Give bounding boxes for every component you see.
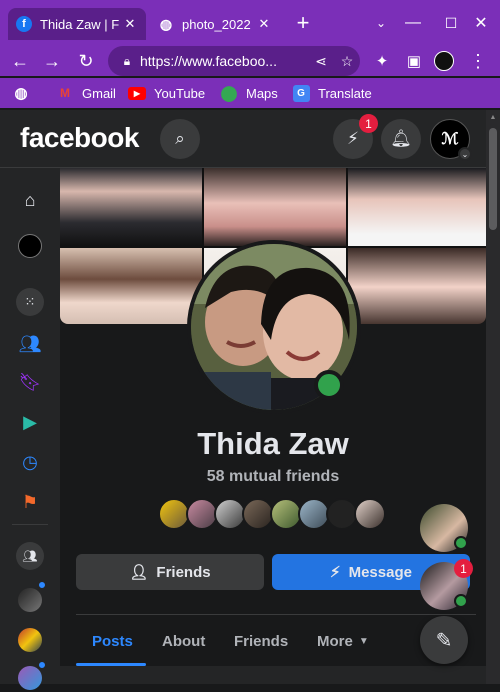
translate-icon: G xyxy=(292,84,310,102)
close-tab-icon[interactable]: ✕ xyxy=(256,16,272,32)
apps-globe-icon[interactable]: ◍ xyxy=(12,83,38,103)
cover-image-tile xyxy=(60,248,202,324)
friend-check-icon: 👤︎ xyxy=(129,564,149,581)
scroll-thumb[interactable] xyxy=(489,128,497,230)
content-area xyxy=(60,666,486,684)
globe-icon: ◍ xyxy=(159,15,173,32)
rail-divider xyxy=(12,524,48,525)
gmail-icon: M xyxy=(60,86,70,100)
extensions-puzzle-icon[interactable]: ✦ xyxy=(370,49,394,73)
messenger-badge: 1 xyxy=(359,114,378,133)
friends-button-label: Friends xyxy=(156,563,211,581)
friends-button[interactable]: 👤︎ Friends xyxy=(76,554,264,590)
tab-friends[interactable]: Friends xyxy=(234,615,288,667)
new-tab-button[interactable]: + xyxy=(292,10,314,35)
tab-label: Posts xyxy=(92,632,133,650)
cover-image-tile xyxy=(60,168,202,246)
user-avatar[interactable] xyxy=(16,232,44,260)
online-status-dot xyxy=(314,370,344,400)
memories-clock-icon[interactable]: ◷ xyxy=(16,448,44,476)
tab-about[interactable]: About xyxy=(162,615,205,667)
share-icon[interactable]: ⋖ xyxy=(308,53,334,70)
profile-name: Thida Zaw xyxy=(197,426,349,461)
browser-titlebar: f Thida Zaw | F ✕ ◍ photo_2022 ✕ + ⌄ — ☐… xyxy=(0,0,500,46)
bookmark-label: Translate xyxy=(318,85,372,101)
profile-main: Thida Zaw 58 mutual friends 👤︎ Friends ⚡… xyxy=(60,168,486,684)
youtube-icon: ▶ xyxy=(128,84,146,102)
lock-icon[interactable]: 🔒︎ xyxy=(114,54,140,69)
scroll-up-icon[interactable]: ▲ xyxy=(489,114,497,122)
pages-flag-icon[interactable]: ⚑ xyxy=(16,488,44,516)
bookmark-label: YouTube xyxy=(154,85,206,101)
menu-grid-icon[interactable]: ⁙ xyxy=(16,288,44,316)
message-button-label: Message xyxy=(348,563,412,581)
bookmark-youtube[interactable]: ▶ YouTube xyxy=(128,83,205,103)
unread-dot xyxy=(37,660,47,670)
tab-label: Friends xyxy=(234,632,289,650)
home-icon[interactable]: ⌂ xyxy=(16,186,44,214)
tab-search-chevron-icon[interactable]: ⌄ xyxy=(370,12,392,34)
bookmarks-bar: ◍ M Gmail ▶ YouTube ⬤ Maps G Translate xyxy=(0,78,500,108)
url-text: https://www.faceboo... xyxy=(140,53,277,69)
bookmark-maps[interactable]: ⬤ Maps xyxy=(220,83,278,103)
tab-title: Thida Zaw | F xyxy=(40,16,120,32)
facebook-favicon-icon: f xyxy=(16,16,32,32)
mutual-friends-link[interactable]: 58 mutual friends xyxy=(60,468,486,486)
address-bar[interactable]: 🔒︎ https://www.faceboo... ⋖ ☆ xyxy=(108,46,360,76)
messenger-icon: ⚡︎ xyxy=(330,564,341,581)
online-status-dot xyxy=(454,536,468,550)
watch-video-icon[interactable]: ▶ xyxy=(16,408,44,436)
cover-image-tile xyxy=(348,248,486,324)
maps-icon: ⬤ xyxy=(220,85,238,102)
caret-down-icon: ▼ xyxy=(358,635,369,647)
maximize-icon[interactable]: ☐ xyxy=(440,12,462,34)
side-panel-icon[interactable]: ▣ xyxy=(402,49,426,73)
facebook-logo[interactable]: facebook xyxy=(20,122,139,154)
new-message-compose-icon[interactable]: ✎ xyxy=(420,616,468,664)
bookmark-translate[interactable]: G Translate xyxy=(292,83,372,103)
friends-icon[interactable]: 👥︎ xyxy=(16,330,44,358)
bookmark-label: Maps xyxy=(246,85,278,101)
cover-image-tile xyxy=(204,168,346,246)
browser-toolbar: ← → ↻ 🔒︎ https://www.faceboo... ⋖ ☆ ✦ ▣ … xyxy=(0,46,500,76)
cover-image-tile xyxy=(348,168,486,246)
chat-head-badge: 1 xyxy=(454,559,473,578)
tab-photo[interactable]: ◍ photo_2022 ✕ xyxy=(150,8,280,40)
minimize-icon[interactable]: — xyxy=(402,12,424,34)
facebook-header: facebook ⌕ ⚡︎ 1 🔔︎ ℳ ⌄ xyxy=(0,110,500,168)
saved-bookmark-icon[interactable]: 🔖︎ xyxy=(16,368,44,396)
tab-label: More xyxy=(317,632,353,650)
tab-title: photo_2022 xyxy=(182,16,251,32)
left-sidebar: ⌂ ⁙ 👥︎ 🔖︎ ▶ ◷ ⚑ 👥︎ xyxy=(0,168,60,690)
tab-posts[interactable]: Posts xyxy=(92,615,133,667)
tab-thida-zaw[interactable]: f Thida Zaw | F ✕ xyxy=(8,8,146,40)
mutual-friend-avatar[interactable] xyxy=(354,498,386,530)
profile-tabs: Posts About Friends More ▼ xyxy=(76,614,476,666)
bookmark-label: Gmail xyxy=(82,85,116,101)
shortcut-group-2[interactable] xyxy=(16,626,44,654)
page-scrollbar[interactable]: ▲ xyxy=(486,110,500,684)
tab-more[interactable]: More ▼ xyxy=(317,615,369,667)
online-status-dot xyxy=(454,594,468,608)
groups-icon[interactable]: 👥︎ xyxy=(16,542,44,570)
forward-arrow-icon[interactable]: → xyxy=(40,49,64,73)
menu-kebab-icon[interactable]: ⋮ xyxy=(466,49,490,73)
mutual-friends-avatars xyxy=(158,498,390,530)
reload-icon[interactable]: ↻ xyxy=(74,49,98,73)
profile-avatar-icon[interactable] xyxy=(432,49,456,73)
bookmark-gmail[interactable]: M Gmail xyxy=(56,83,116,103)
notifications-bell-icon[interactable]: 🔔︎ xyxy=(381,119,421,159)
tab-label: About xyxy=(162,632,206,650)
bookmark-star-icon[interactable]: ☆ xyxy=(334,53,360,70)
search-icon[interactable]: ⌕ xyxy=(160,119,200,159)
back-arrow-icon[interactable]: ← xyxy=(8,49,32,73)
account-chevron-down-icon[interactable]: ⌄ xyxy=(458,147,472,161)
close-tab-icon[interactable]: ✕ xyxy=(122,16,138,32)
unread-dot xyxy=(37,580,47,590)
close-window-icon[interactable]: ✕ xyxy=(470,12,492,34)
shortcut-group-1[interactable] xyxy=(16,586,44,614)
